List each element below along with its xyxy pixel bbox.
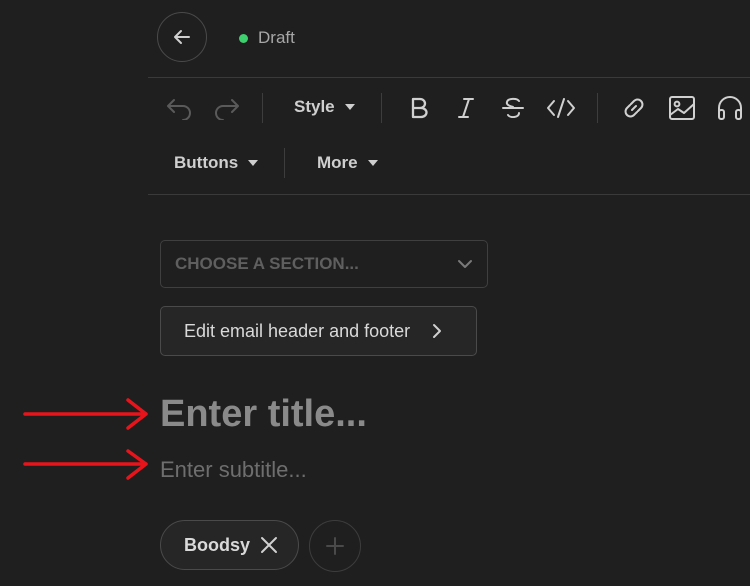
toolbar-separator bbox=[597, 93, 598, 123]
divider bbox=[148, 77, 750, 78]
buttons-dropdown[interactable]: Buttons bbox=[174, 153, 259, 173]
arrow-left-icon bbox=[172, 27, 192, 47]
divider bbox=[148, 194, 750, 195]
status-badge: Draft bbox=[239, 27, 295, 49]
chevron-down-icon bbox=[367, 160, 378, 166]
more-dropdown[interactable]: More bbox=[317, 153, 378, 173]
code-icon[interactable] bbox=[545, 94, 577, 122]
status-text: Draft bbox=[258, 28, 295, 47]
toolbar-separator bbox=[284, 148, 285, 178]
style-label: Style bbox=[294, 97, 335, 116]
section-select[interactable]: CHOOSE A SECTION... bbox=[160, 240, 488, 288]
chevron-right-icon bbox=[432, 323, 442, 339]
tag-chip: Boodsy bbox=[160, 520, 299, 570]
link-icon[interactable] bbox=[619, 94, 649, 122]
more-label: More bbox=[317, 153, 358, 172]
chevron-down-icon bbox=[457, 259, 473, 269]
tag-label: Boodsy bbox=[184, 534, 251, 555]
chevron-down-icon bbox=[248, 160, 259, 166]
plus-icon bbox=[325, 536, 345, 556]
red-arrow-annotation bbox=[23, 398, 148, 430]
section-select-placeholder: CHOOSE A SECTION... bbox=[175, 254, 359, 273]
add-tag-button[interactable] bbox=[309, 520, 361, 572]
style-dropdown[interactable]: Style bbox=[294, 97, 355, 117]
strikethrough-icon[interactable] bbox=[498, 94, 528, 122]
toolbar-separator bbox=[381, 93, 382, 123]
redo-icon[interactable] bbox=[212, 94, 242, 122]
undo-icon[interactable] bbox=[164, 94, 194, 122]
buttons-label: Buttons bbox=[174, 153, 239, 172]
close-icon[interactable] bbox=[260, 536, 278, 554]
edit-header-footer-button[interactable]: Edit email header and footer bbox=[160, 306, 477, 356]
status-dot bbox=[239, 33, 248, 43]
image-icon[interactable] bbox=[667, 94, 697, 122]
edit-header-footer-label: Edit email header and footer bbox=[184, 320, 411, 341]
subtitle-input[interactable] bbox=[160, 454, 720, 486]
italic-icon[interactable] bbox=[452, 94, 480, 122]
toolbar-separator bbox=[262, 93, 263, 123]
back-button[interactable] bbox=[157, 12, 207, 62]
red-arrow-annotation bbox=[23, 449, 148, 480]
headphones-icon[interactable] bbox=[715, 94, 745, 122]
bold-icon[interactable] bbox=[405, 94, 433, 122]
chevron-down-icon bbox=[344, 104, 355, 110]
title-input[interactable] bbox=[160, 392, 720, 436]
